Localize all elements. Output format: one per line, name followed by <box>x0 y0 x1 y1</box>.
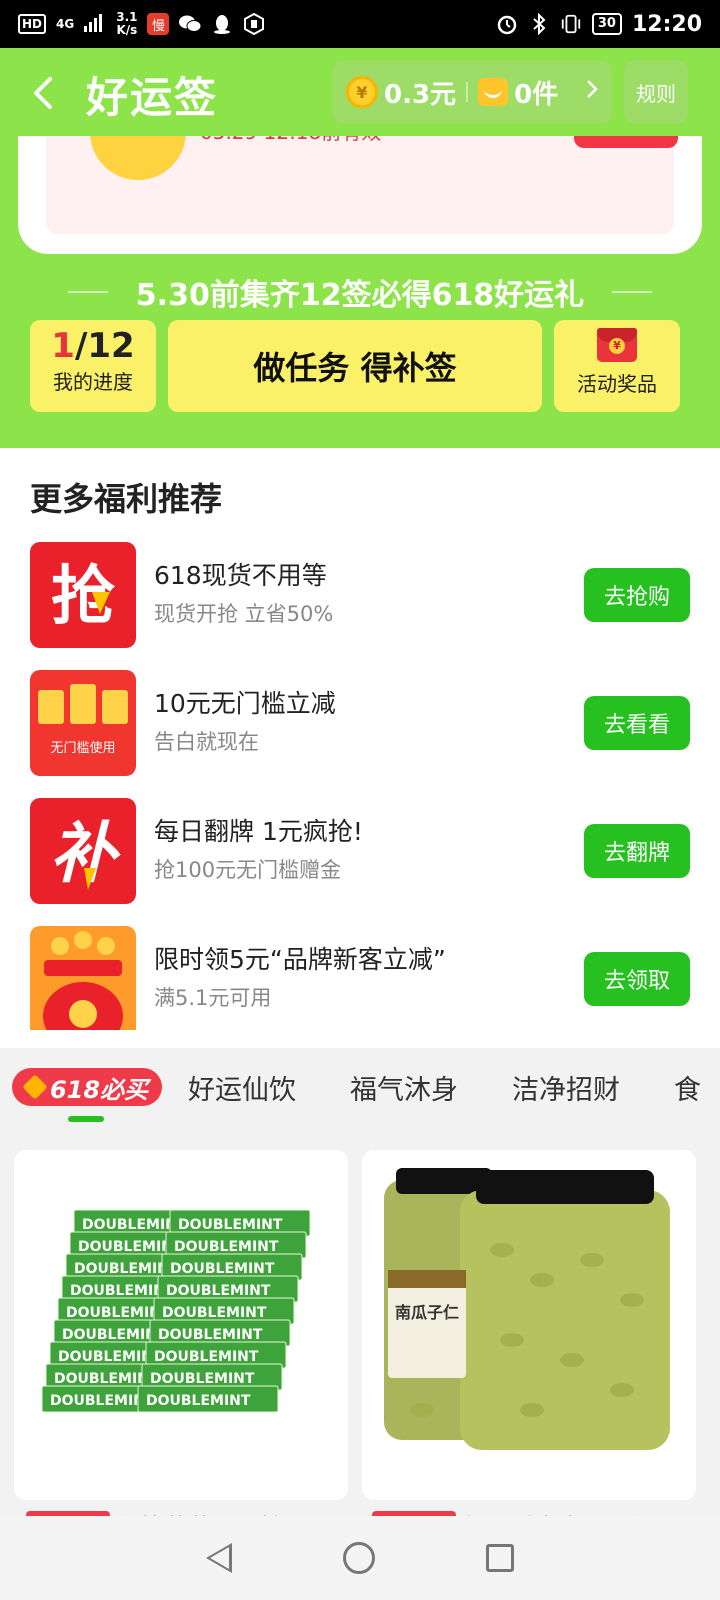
welfare-item-subtitle: 现货开抢 立省50% <box>154 602 334 626</box>
coin-icon: ¥ <box>346 76 378 108</box>
grab-thumb-icon: 抢 <box>30 542 136 648</box>
coupon-thumb-icon: 无门槛使用 <box>30 670 136 776</box>
do-task-button[interactable]: 做任务 得补签 <box>168 320 542 412</box>
product-card[interactable]: 南瓜子仁 <box>362 1150 696 1500</box>
progress-count: 1/12 <box>30 326 156 366</box>
signal-icon <box>84 12 106 37</box>
tab-food[interactable]: 食 <box>674 1068 701 1107</box>
wechat-icon <box>179 13 202 35</box>
subsidy-thumb-icon: 补 <box>30 798 136 904</box>
system-nav-bar <box>0 1516 720 1600</box>
tag-icon <box>22 1074 48 1100</box>
welfare-title: 更多福利推荐 <box>30 480 223 518</box>
tab-618-label: 618必买 <box>49 1075 149 1104</box>
pumpkin-label-text: 南瓜子仁 <box>395 1303 459 1322</box>
clock: 12:20 <box>631 11 702 37</box>
gum-pack-label: DOUBLEMINT <box>174 1239 279 1255</box>
welfare-item-title: 每日翻牌 1元疯抢! <box>154 817 363 846</box>
red-envelope-icon <box>597 328 637 362</box>
subsidy-thumb-text: 补 <box>50 815 121 892</box>
balance-value: 0.3元 <box>384 79 457 110</box>
welfare-item[interactable]: 限时领5元“品牌新客立减” 满5.1元可用 去领取 <box>0 926 720 1030</box>
top-bar: 好运签 ¥ 0.3元 0件 规则 <box>0 48 720 136</box>
pumpkin-seed-product-image: 南瓜子仁 <box>362 1150 696 1460</box>
tab-618-must-buy[interactable]: 618必买 <box>12 1068 162 1106</box>
welfare-item-button[interactable]: 去抢购 <box>584 568 690 622</box>
gum-pack-label: DOUBLEMINT <box>162 1305 267 1321</box>
gum-pack-label: DOUBLEMINT <box>150 1371 255 1387</box>
welfare-item-button[interactable]: 去翻牌 <box>584 824 690 878</box>
page-title: 好运签 <box>86 73 219 122</box>
items-count: 0件 <box>514 79 559 110</box>
progress-total: /12 <box>74 326 135 366</box>
welfare-item-button[interactable]: 去看看 <box>584 696 690 750</box>
welfare-item[interactable]: 补 每日翻牌 1元疯抢! 抢100元无门槛赠金 去翻牌 <box>0 798 720 906</box>
fortune-header-section: 05.29 12:18前有效 好运签 ¥ 0.3元 0件 规则 5.30前集齐1… <box>0 48 720 448</box>
gift-box-icon <box>478 78 509 106</box>
welfare-item-button[interactable]: 去领取 <box>584 952 690 1006</box>
tab-lucky-drinks[interactable]: 好运仙饮 <box>188 1068 296 1107</box>
gum-pack-label: DOUBLEMINT <box>178 1217 283 1233</box>
progress-current: 1 <box>51 326 75 366</box>
welfare-item[interactable]: 无门槛使用 10元无门槛立减 告白就现在 去看看 <box>0 670 720 778</box>
rules-button[interactable]: 规则 <box>624 60 688 124</box>
welfare-item-subtitle: 满5.1元可用 <box>154 986 272 1010</box>
hand-icon <box>243 13 265 35</box>
collect-banner-text: 5.30前集齐12签必得618好运礼 <box>135 278 585 313</box>
banner-dash-left <box>67 291 108 293</box>
status-bar: HD 4G 3.1 K/s 慢 30 12:20 <box>0 0 720 48</box>
nav-home-icon[interactable] <box>342 1542 375 1574</box>
coupon-card-inner: 05.29 12:18前有效 <box>46 124 678 234</box>
welfare-item-title: 618现货不用等 <box>154 561 327 590</box>
banner-dash-right <box>612 291 653 293</box>
qq-icon <box>211 13 233 35</box>
network-indicator: 4G <box>56 16 75 31</box>
collect-banner: 5.30前集齐12签必得618好运礼 <box>0 270 720 314</box>
vibrate-icon <box>560 13 582 35</box>
coupon-thumb-text: 无门槛使用 <box>50 740 115 756</box>
nav-back-icon[interactable] <box>205 1543 232 1573</box>
network-speed: 3.1 K/s <box>116 11 137 37</box>
alarm-icon <box>496 13 518 35</box>
progress-label: 我的进度 <box>53 370 133 394</box>
back-arrow-icon[interactable] <box>30 76 60 110</box>
battery-indicator: 30 <box>591 13 622 35</box>
speed-unit: K/s <box>116 23 138 37</box>
gum-pack-label: DOUBLEMINT <box>158 1327 263 1343</box>
speed-value: 3.1 <box>116 10 138 24</box>
category-tabs: 618必买 好运仙饮 福气沐身 洁净招财 食 <box>0 1056 720 1136</box>
gum-pack-label: DOUBLEMINT <box>166 1283 271 1299</box>
welfare-item[interactable]: 抢 618现货不用等 现货开抢 立省50% 去抢购 <box>0 542 720 650</box>
lucky-bag-thumb-icon <box>30 926 136 1030</box>
welfare-section: 更多福利推荐 抢 618现货不用等 现货开抢 立省50% 去抢购 无门槛使用 1… <box>0 448 720 1048</box>
welfare-item-title: 10元无门槛立减 <box>154 689 336 718</box>
product-card[interactable]: DOUBLEMINT DOUBLEMINT DOUBLEMINT DOUBLEMINT… <box>14 1150 348 1500</box>
progress-box[interactable]: 1/12 我的进度 <box>30 320 156 412</box>
hd-indicator: HD <box>18 14 47 34</box>
prize-label: 活动奖品 <box>577 372 657 396</box>
wallet-summary[interactable]: ¥ 0.3元 0件 <box>332 60 612 124</box>
gum-pack-label: DOUBLEMINT <box>146 1393 251 1409</box>
nav-recents-icon[interactable] <box>486 1544 515 1572</box>
bluetooth-icon <box>528 13 550 35</box>
gum-product-image: DOUBLEMINT DOUBLEMINT DOUBLEMINT DOUBLEMINT… <box>14 1150 348 1460</box>
tab-cleaning[interactable]: 洁净招财 <box>512 1068 620 1107</box>
prize-button[interactable]: 活动奖品 <box>554 320 680 412</box>
welfare-item-subtitle: 告白就现在 <box>154 730 259 754</box>
tab-bath[interactable]: 福气沐身 <box>350 1068 458 1107</box>
active-tab-indicator <box>68 1116 104 1122</box>
gum-pack-label: DOUBLEMINT <box>154 1349 259 1365</box>
app-notification-icon: 慢 <box>147 13 170 35</box>
gum-pack-label: DOUBLEMINT <box>170 1261 275 1277</box>
chevron-right-icon <box>586 79 598 105</box>
welfare-item-title: 限时领5元“品牌新客立减” <box>154 945 446 974</box>
welfare-item-subtitle: 抢100元无门槛赠金 <box>154 858 342 882</box>
wallet-divider <box>466 82 469 102</box>
